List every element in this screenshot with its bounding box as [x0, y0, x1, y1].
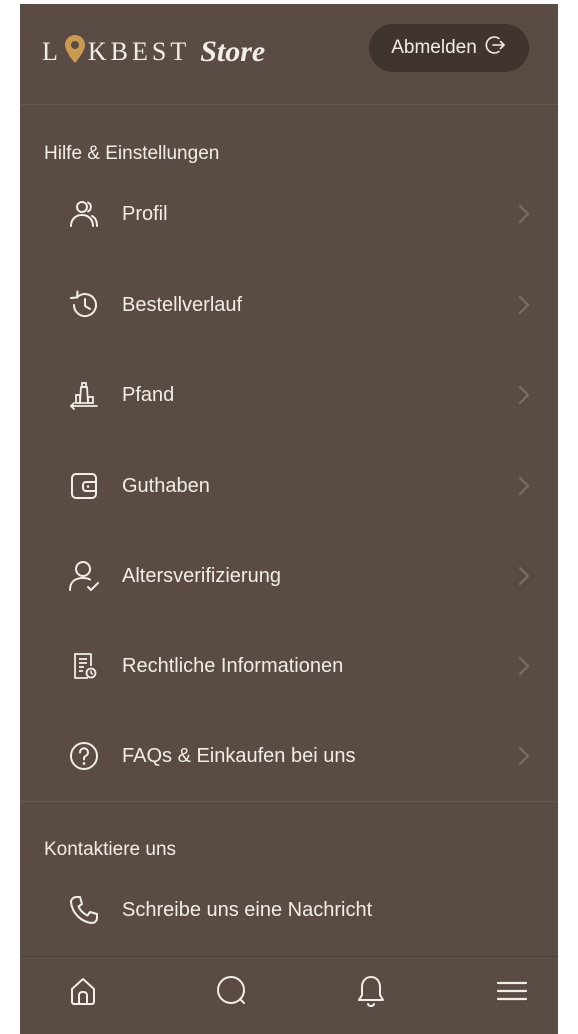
- nav-search-button[interactable]: [210, 971, 254, 1015]
- bell-icon: [355, 973, 387, 1014]
- logo-store: Store: [200, 35, 266, 68]
- legal-document-icon: [66, 648, 102, 684]
- menu-item-credit[interactable]: Guthaben: [20, 456, 558, 516]
- location-pin-icon: [64, 33, 86, 67]
- logo: L KBEST Store: [42, 32, 265, 72]
- menu-icon: [496, 978, 528, 1009]
- chevron-right-icon: [517, 655, 531, 677]
- menu-item-age-verification[interactable]: Altersverifizierung: [20, 546, 558, 606]
- logo-text-right: KBEST: [87, 37, 191, 66]
- home-icon: [67, 975, 99, 1012]
- history-icon: [66, 287, 102, 323]
- bottom-navigation: [20, 956, 558, 1034]
- profile-icon: [66, 196, 102, 232]
- menu-item-profile[interactable]: Profil: [20, 184, 558, 244]
- menu-label-credit: Guthaben: [122, 474, 210, 497]
- nav-menu-button[interactable]: [490, 971, 534, 1015]
- menu-label-profile: Profil: [122, 202, 168, 225]
- chevron-right-icon: [517, 294, 531, 316]
- logout-icon: [485, 34, 507, 62]
- age-verification-icon: [66, 558, 102, 594]
- logout-label: Abmelden: [391, 37, 477, 58]
- nav-notifications-button[interactable]: [349, 971, 393, 1015]
- logo-text-left: L: [42, 37, 62, 66]
- menu-label-deposit: Pfand: [122, 383, 175, 406]
- contact-message-link[interactable]: Schreibe uns eine Nachricht: [20, 880, 558, 940]
- chevron-right-icon: [517, 565, 531, 587]
- menu-item-legal-info[interactable]: Rechtliche Informationen: [20, 636, 558, 696]
- menu-label-order-history: Bestellverlauf: [122, 293, 243, 316]
- section-title-contact: Kontaktiere uns: [44, 839, 177, 860]
- phone-icon: [66, 892, 102, 928]
- section-divider: [20, 801, 558, 802]
- nav-home-button[interactable]: [61, 971, 105, 1015]
- chevron-right-icon: [517, 384, 531, 406]
- chevron-right-icon: [517, 203, 531, 225]
- menu-item-order-history[interactable]: Bestellverlauf: [20, 275, 558, 335]
- wallet-icon: [66, 468, 102, 504]
- chevron-right-icon: [517, 745, 531, 767]
- menu-label-faqs: FAQs & Einkaufen bei uns: [122, 744, 356, 767]
- menu-item-faqs[interactable]: FAQs & Einkaufen bei uns: [20, 726, 558, 786]
- logout-button[interactable]: Abmelden: [369, 24, 529, 72]
- search-icon: [214, 973, 250, 1014]
- help-question-icon: [66, 738, 102, 774]
- header: L KBEST Store Abmelden: [20, 4, 558, 105]
- logo-wordmark: L KBEST: [42, 35, 190, 69]
- contact-message-label: Schreibe uns eine Nachricht: [122, 898, 373, 921]
- chevron-right-icon: [517, 475, 531, 497]
- app-screen: L KBEST Store Abmelden Hilfe & Einstellu…: [20, 4, 558, 1034]
- menu-label-legal-info: Rechtliche Informationen: [122, 654, 344, 677]
- menu-item-deposit[interactable]: Pfand: [20, 365, 558, 425]
- deposit-icon: [66, 377, 102, 413]
- menu-label-age-verification: Altersverifizierung: [122, 564, 281, 587]
- section-title-help: Hilfe & Einstellungen: [44, 143, 220, 164]
